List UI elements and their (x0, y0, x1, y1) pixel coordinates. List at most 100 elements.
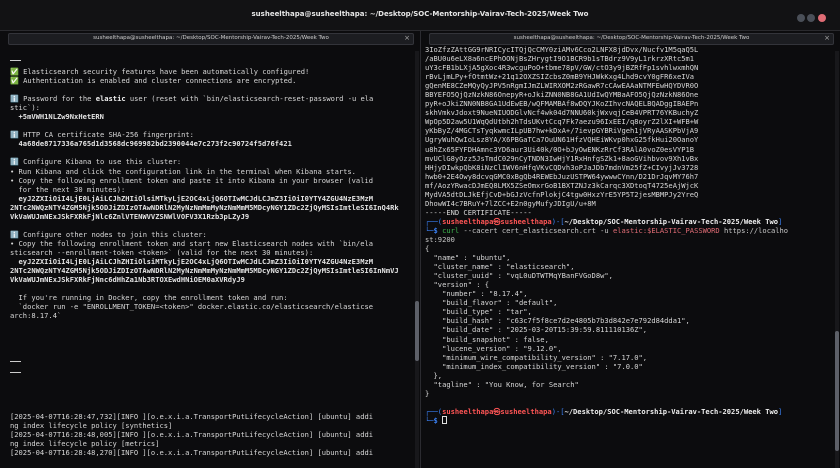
line-text: `docker run -e "ENROLLMENT_TOKEN=<token>… (10, 302, 374, 312)
command-line-wrap: st:9200 (425, 235, 830, 244)
tab-right-title: susheelthapa@susheelthapa: ~/Desktop/SOC… (513, 35, 750, 41)
terminal-line: `docker run -e "ENROLLMENT_TOKEN=<token>… (10, 302, 412, 311)
certificate-line: u8hZx65FYFDHAmnc3YD6aur3Ui40k/0O+bJyOwEN… (425, 144, 695, 154)
terminal-line: • Copy the following enrollment token an… (10, 176, 412, 185)
terminal-line: 2NTc2NWQzNTY4ZGM5Njk5ODJiZDIzOTAwNDRlN2M… (10, 203, 412, 212)
token-text[interactable]: VkVaWUJmNExJSkFXRkFjNnc6dHhZa1Nb3RTOXEwd… (10, 275, 245, 284)
certificate-line: -----END CERTIFICATE----- (425, 207, 532, 217)
prompt-header: ┌──(susheelthapa㉿susheelthapa)-[~/Deskto… (425, 407, 830, 416)
terminal-line: +5mVWH1NLZw9NxHetERN (10, 112, 412, 121)
certificate-line: uY3cFB1bLXjA5gXoc4R3wcguPoO+tbme78pV/GW/… (425, 63, 699, 73)
line-text: Configure other nodes to join this clust… (23, 229, 207, 239)
token-text[interactable]: eyJ2ZXIiOiI4LjE0LjAiLCJhZHIiOlsiMTkyLjE2… (10, 257, 374, 266)
json-response-line: "build_flavor" : "default", (425, 298, 558, 308)
token-text[interactable]: 2NTc2NWQzNTY4ZGM5Njk5ODJiZDIzOTAwNDRlN2M… (10, 203, 399, 212)
line-text: • Copy the following enrollment token an… (10, 175, 374, 185)
prompt-user: susheelthapa㉿susheelthapa (442, 406, 552, 416)
scrollbar-left-track[interactable] (415, 51, 419, 468)
terminal-output-left[interactable]: ✅ Elasticsearch security features have b… (10, 67, 412, 468)
token-text[interactable]: VkVaWUJmNExJSkFXRkFjNlc6ZnlVTENWVVZSNWlV… (10, 212, 249, 221)
prompt-box-cmd: └─ (425, 225, 434, 235)
certificate-line: hwb0+2E4Owy8dcvqGMC0xBgQb4REWEbJuzUSTPW6… (425, 171, 699, 181)
json-response-line: "number" : "8.17.4", (425, 289, 528, 299)
token-text[interactable]: eyJ2ZXIiOiI4LjE0LjAiLCJhZHIiOlsiMTkyLjE2… (10, 194, 374, 203)
terminal-output-right[interactable]: 3IoZfzZAttGG9rNRICycITQjQcCMY0ziAMv6Cco2… (425, 45, 830, 464)
command-user-arg: elastic:$ELASTIC_PASSWORD (612, 225, 720, 235)
line-text: Configure Kibana to use this cluster: (23, 157, 182, 167)
command-line-current[interactable]: └─$ (425, 415, 830, 425)
command-name: curl (442, 225, 460, 235)
tab-right-terminal[interactable]: susheelthapa@susheelthapa: ~/Desktop/SOC… (429, 33, 834, 45)
line-text: for the next 30 minutes): (10, 184, 126, 194)
certificate-line: /aBU0u6eLX8a6ncEPhOONjBsZHrygtI9O1BCR9b1… (425, 54, 695, 64)
prompt-sep: )-[ (551, 406, 565, 416)
output-divider-bottom (10, 361, 21, 362)
terminal-line: ℹ️ Configure Kibana to use this cluster: (10, 157, 412, 166)
json-response-line: "cluster_uuid" : "vqL0uDTWTMqYBanFVGoD8w… (425, 271, 613, 281)
line-text: If you're running in Docker, copy the en… (10, 293, 288, 303)
command-url: https://localho (719, 225, 789, 235)
terminal-line: eyJ2ZXIiOiI4LjE0LjAiLCJhZHIiOlsiMTkyLjE2… (10, 257, 412, 266)
window-titlebar[interactable]: susheelthapa@susheelthapa: ~/Desktop/SOC… (0, 0, 840, 31)
certificate-line: pyR+oJkiZNN0NB8GA1UdEwEB/wQFMAMBAf8wDQYJ… (425, 99, 699, 109)
close-window-icon[interactable] (818, 14, 826, 22)
info-icon: ℹ️ (10, 130, 24, 140)
maximize-icon[interactable] (807, 14, 815, 22)
json-response-line: }, (425, 370, 443, 380)
prompt-header: ┌──(susheelthapa㉿susheelthapa)-[~/Deskto… (425, 217, 830, 226)
minimize-icon[interactable] (797, 14, 805, 22)
line-text: stic`): (10, 103, 40, 113)
certificate-line: skhVmkvJdoxt9NueNIUODGlvNcf4wk04d7NNU60k… (425, 108, 699, 118)
scrollbar-left-thumb[interactable] (415, 301, 419, 361)
prompt-box-cmd: └─ (425, 415, 434, 425)
token-text[interactable]: 4a68de8717336a765d1d3568dc969982bd239004… (10, 139, 292, 148)
prompt-close: ] (778, 216, 783, 226)
prompt-user: susheelthapa㉿susheelthapa (442, 216, 552, 226)
command-line[interactable]: └─$ curl --cacert cert_elasticsearch.crt… (425, 226, 830, 235)
json-response-line: "build_type" : "tar", (425, 307, 532, 317)
json-response-line: } (425, 388, 430, 398)
certificate-line: 3IoZfzZAttGG9rNRICycITQjQcCMY0ziAMv6Cco2… (425, 45, 699, 54)
json-response-line: { (425, 244, 430, 254)
certificate-line: yKbByZ/4MGCTsTyqkwmcILpUB7hw+kDxA+/7ievp… (425, 126, 699, 136)
tab-left-close-icon[interactable]: × (404, 34, 410, 42)
terminal-pane-left[interactable]: susheelthapa@susheelthapa: ~/Desktop/SOC… (0, 31, 420, 468)
json-response-line: "tagline" : "You Know, for Search" (425, 379, 579, 389)
certificate-line: HHjyDIwkpQbK8iNzClIWV6nHfqVKvCQDvh3oPJaJ… (425, 162, 699, 172)
token-text[interactable]: +5mVWH1NLZw9NxHetERN (10, 112, 104, 121)
output-divider-top (10, 60, 21, 61)
prompt-path: ~/Desktop/SOC-Mentorship-Vairav-Tech-202… (564, 406, 779, 416)
terminal-line: ✅ Authentication is enabled and cluster … (10, 76, 412, 85)
terminal-log-left[interactable]: [2025-04-07T16:28:47,732][INFO ][o.e.x.i… (10, 412, 412, 468)
log-line: [2025-04-07T16:28:48,005][INFO ][o.e.x.i… (10, 430, 374, 440)
terminal-line: ℹ️ Password for the elastic user (reset … (10, 94, 412, 103)
tab-right-close-icon[interactable]: × (824, 34, 830, 42)
log-line: [2025-04-07T16:28:48,270][INFO ][o.e.x.i… (10, 448, 374, 458)
terminal-line: eyJ2ZXIiOiI4LjE0LjAiLCJhZHIiOlsiMTkyLjE2… (10, 194, 412, 203)
terminal-pane-right[interactable]: susheelthapa@susheelthapa: ~/Desktop/SOC… (420, 31, 840, 468)
terminal-line: for the next 30 minutes): (10, 185, 412, 194)
tab-left-terminal[interactable]: susheelthapa@susheelthapa: ~/Desktop/SOC… (8, 33, 414, 45)
line-text: Authentication is enabled and cluster co… (23, 76, 297, 86)
terminal-line: stic`): (10, 103, 412, 112)
token-text[interactable]: 2NTc2NWQzNTY4ZGM5Njk5ODJiZDIzOTAwNDRlN2M… (10, 266, 399, 275)
prompt-close: ] (778, 406, 783, 416)
terminal-line: ℹ️ Configure other nodes to join this cl… (10, 230, 412, 239)
prompt-symbol: $ (433, 225, 443, 235)
log-line: [2025-04-07T16:28:47,732][INFO ][o.e.x.i… (10, 412, 374, 421)
line-text: user (reset with `bin/elasticsearch-rese… (125, 94, 374, 104)
check-icon: ✅ (10, 76, 24, 86)
check-icon: ✅ (10, 67, 24, 76)
json-response-line: "name" : "ubuntu", (425, 253, 511, 263)
line-text: arch:8.17.4` (10, 311, 62, 321)
json-response-line: "version" : { (425, 280, 490, 290)
line-text: sticsearch --enrollment-token <token>` (… (10, 247, 314, 257)
json-response-line: "lucene_version" : "9.12.0", (425, 343, 562, 353)
json-response-line: "minimum_wire_compatibility_version" : "… (425, 352, 648, 362)
scrollbar-right-thumb[interactable] (835, 331, 839, 451)
terminal-line: If you're running in Docker, copy the en… (10, 293, 412, 302)
